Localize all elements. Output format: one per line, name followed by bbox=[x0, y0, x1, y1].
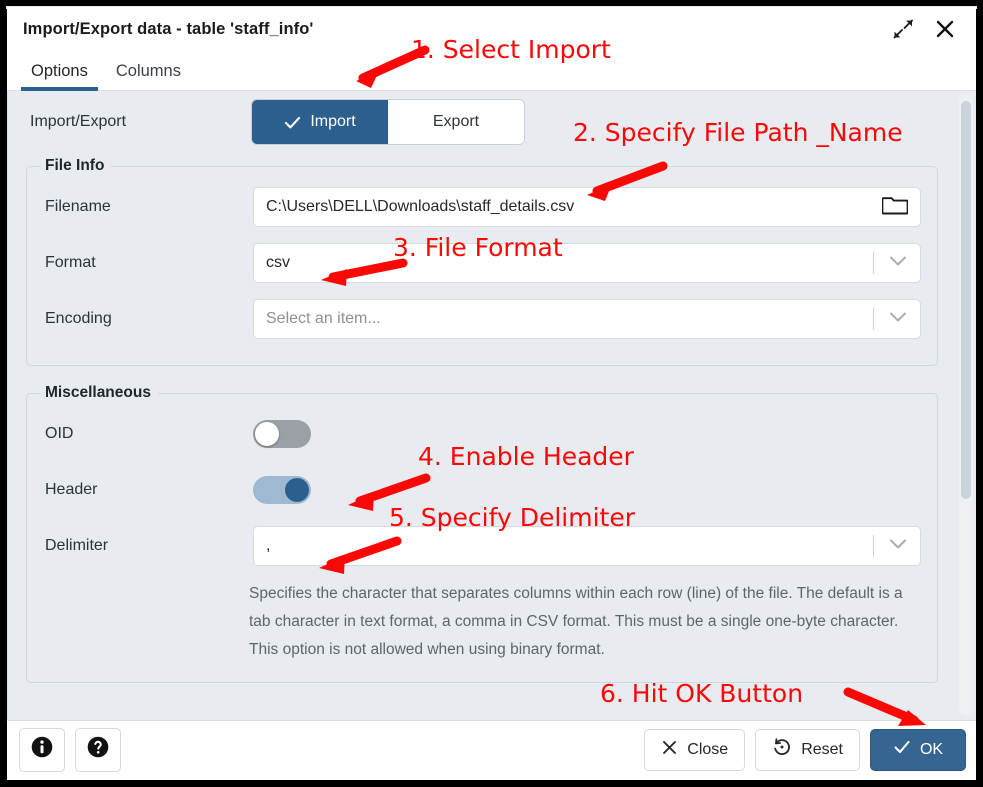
dialog-body: Import/Export Import Export bbox=[7, 91, 976, 720]
toggle-knob bbox=[255, 422, 279, 446]
export-button[interactable]: Export bbox=[388, 100, 524, 144]
filename-trailing bbox=[874, 194, 908, 220]
oid-toggle[interactable] bbox=[253, 420, 311, 448]
info-button[interactable] bbox=[19, 728, 65, 772]
check-icon bbox=[284, 114, 301, 131]
footer-actions: Close Reset bbox=[644, 729, 966, 771]
delimiter-row: Delimiter , bbox=[41, 518, 921, 574]
select-divider bbox=[873, 535, 874, 557]
import-button[interactable]: Import bbox=[252, 100, 388, 144]
folder-icon[interactable] bbox=[874, 194, 908, 220]
titlebar-actions bbox=[892, 18, 962, 40]
export-button-label: Export bbox=[433, 113, 479, 131]
header-toggle[interactable] bbox=[253, 476, 311, 504]
oid-label: OID bbox=[41, 425, 253, 443]
help-question-icon bbox=[86, 735, 110, 764]
maximize-diagonal-arrows-icon[interactable] bbox=[892, 18, 914, 40]
encoding-label: Encoding bbox=[41, 310, 253, 328]
delimiter-help-text: Specifies the character that separates c… bbox=[249, 580, 921, 664]
reset-button[interactable]: Reset bbox=[755, 729, 860, 771]
select-divider bbox=[873, 252, 874, 274]
encoding-row: Encoding Select an item... bbox=[41, 291, 921, 347]
chevron-down-icon[interactable] bbox=[888, 254, 908, 273]
filename-input[interactable]: C:\Users\DELL\Downloads\staff_details.cs… bbox=[253, 187, 921, 227]
dialog-title: Import/Export data - table 'staff_info' bbox=[23, 20, 313, 39]
miscellaneous-legend: Miscellaneous bbox=[41, 384, 158, 402]
help-button[interactable] bbox=[75, 728, 121, 772]
dialog-tabbar: Options Columns bbox=[7, 51, 976, 91]
dialog-footer: Close Reset bbox=[7, 720, 976, 778]
select-divider bbox=[873, 308, 874, 330]
format-value: csv bbox=[266, 254, 290, 272]
filename-row: Filename C:\Users\DELL\Downloads\staff_d… bbox=[41, 179, 921, 235]
chevron-down-icon[interactable] bbox=[888, 537, 908, 556]
delimiter-trailing bbox=[873, 535, 908, 557]
file-info-legend: File Info bbox=[41, 157, 111, 175]
chevron-down-icon[interactable] bbox=[888, 310, 908, 329]
dialog-body-inner: Import/Export Import Export bbox=[8, 91, 976, 683]
reset-button-label: Reset bbox=[801, 741, 843, 759]
check-icon bbox=[893, 738, 911, 761]
toggle-knob bbox=[285, 478, 309, 502]
encoding-trailing bbox=[873, 308, 908, 330]
import-export-label: Import/Export bbox=[30, 113, 252, 131]
format-select[interactable]: csv bbox=[253, 243, 921, 283]
x-icon bbox=[661, 739, 678, 761]
oid-row: OID bbox=[41, 406, 921, 462]
info-circle-icon bbox=[30, 735, 54, 764]
file-info-group: File Info Filename C:\Users\DELL\Downloa… bbox=[26, 157, 938, 366]
close-button[interactable]: Close bbox=[644, 729, 745, 771]
import-export-row: Import/Export Import Export bbox=[8, 91, 950, 153]
ok-button-label: OK bbox=[920, 741, 943, 759]
delimiter-select[interactable]: , bbox=[253, 526, 921, 566]
screenshot-root: Import/Export data - table 'staff_info' bbox=[0, 0, 983, 787]
format-trailing bbox=[873, 252, 908, 274]
filename-value: C:\Users\DELL\Downloads\staff_details.cs… bbox=[266, 198, 574, 216]
encoding-select[interactable]: Select an item... bbox=[253, 299, 921, 339]
import-export-toggle-group: Import Export bbox=[252, 100, 524, 144]
scrollbar-thumb[interactable] bbox=[961, 101, 971, 499]
tab-options[interactable]: Options bbox=[17, 62, 102, 90]
miscellaneous-group: Miscellaneous OID Header bbox=[26, 384, 938, 683]
ok-button[interactable]: OK bbox=[870, 729, 966, 771]
close-button-label: Close bbox=[687, 741, 728, 759]
filename-label: Filename bbox=[41, 198, 253, 216]
format-row: Format csv bbox=[41, 235, 921, 291]
delimiter-value: , bbox=[266, 537, 270, 555]
close-x-icon[interactable] bbox=[934, 18, 956, 40]
delimiter-label: Delimiter bbox=[41, 537, 253, 555]
vertical-scrollbar[interactable] bbox=[959, 95, 973, 715]
format-label: Format bbox=[41, 254, 253, 272]
import-export-dialog: Import/Export data - table 'staff_info' bbox=[7, 7, 976, 780]
encoding-placeholder: Select an item... bbox=[266, 310, 381, 328]
dialog-titlebar: Import/Export data - table 'staff_info' bbox=[7, 7, 976, 51]
reset-circular-arrow-icon bbox=[772, 737, 792, 762]
import-button-label: Import bbox=[310, 113, 355, 131]
tab-columns[interactable]: Columns bbox=[102, 62, 195, 90]
header-label: Header bbox=[41, 481, 253, 499]
header-row: Header bbox=[41, 462, 921, 518]
